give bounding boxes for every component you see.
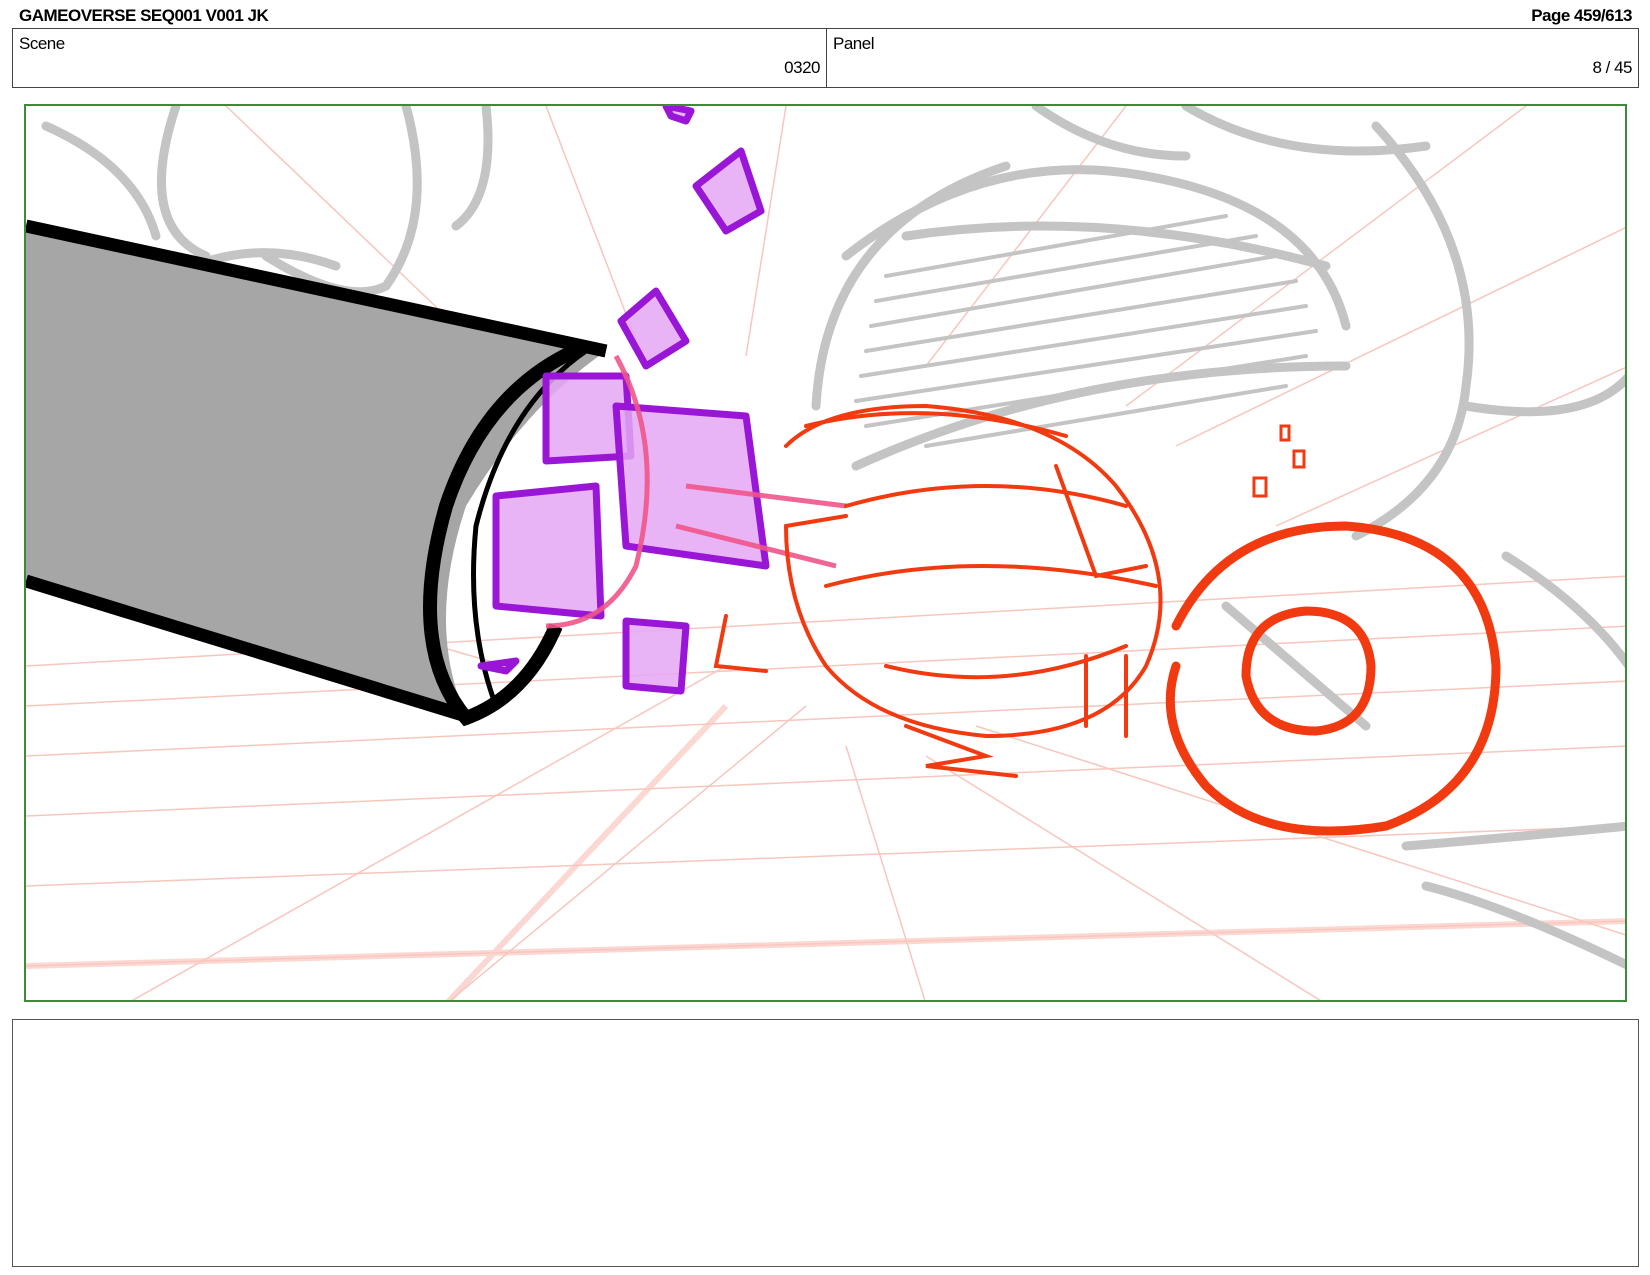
scene-panel-info: Scene 0320 Panel 8 / 45: [12, 28, 1639, 88]
scene-label: Scene: [19, 34, 65, 53]
cannon-barrel: [26, 219, 608, 727]
panel-notes-box: [12, 1019, 1639, 1267]
scene-number: 0320: [784, 58, 820, 77]
storyboard-frame: [24, 104, 1627, 1002]
panel-number: 8 / 45: [1592, 58, 1632, 77]
document-title: GAMEOVERSE SEQ001 V001 JK: [19, 6, 269, 25]
page-number: Page 459/613: [1531, 6, 1632, 25]
character-ear-loop: [1165, 521, 1501, 836]
panel-label: Panel: [833, 34, 874, 53]
perspective-grid-bold: [26, 703, 1625, 1000]
storyboard-sketch: [26, 106, 1625, 1000]
character-sparkles: [1252, 424, 1306, 498]
panel-cell: Panel 8 / 45: [827, 29, 1638, 87]
scene-cell: Scene 0320: [13, 29, 827, 87]
